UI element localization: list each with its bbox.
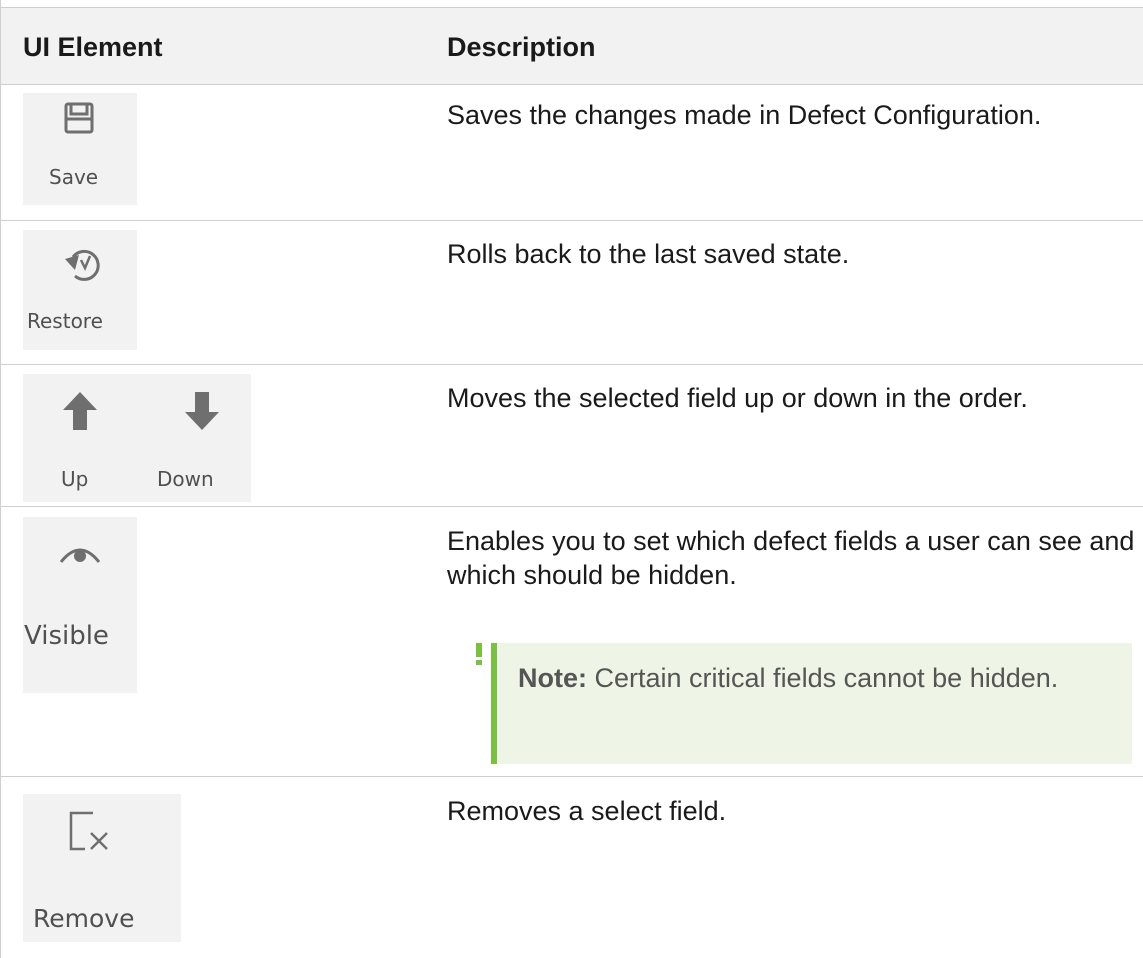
note-exclamation-icon: [476, 643, 482, 665]
row-description: Enables you to set which defect fields a…: [447, 526, 1135, 590]
note-label: Note:: [518, 663, 587, 693]
row-description: Saves the changes made in Defect Configu…: [447, 100, 1042, 130]
restore-icon: [65, 249, 100, 281]
save-icon: [64, 102, 94, 134]
down-button[interactable]: Down: [137, 374, 251, 502]
header-ui-element: UI Element: [23, 32, 163, 62]
visible-button-label: Visible: [24, 621, 109, 651]
save-button-label: Save: [49, 165, 99, 189]
arrow-down-icon: [185, 392, 219, 430]
note-accent-bar: [491, 643, 497, 764]
row-description: Removes a select field.: [447, 796, 727, 826]
ui-elements-table: UI Element Description Save Saves the ch…: [0, 0, 1143, 958]
save-button[interactable]: Save: [23, 93, 137, 205]
up-button-label: Up: [61, 467, 89, 491]
restore-button-label: Restore: [27, 309, 103, 333]
up-button[interactable]: Up: [23, 374, 137, 502]
remove-icon: [69, 811, 108, 851]
row-description: Rolls back to the last saved state.: [447, 239, 850, 269]
down-button-label: Down: [157, 467, 214, 491]
table-header: UI Element Description: [1, 7, 1143, 85]
arrow-up-icon: [63, 392, 97, 430]
note-body: Certain critical fields cannot be hidden…: [594, 663, 1059, 693]
header-description: Description: [447, 32, 596, 62]
row-description: Moves the selected field up or down in t…: [447, 383, 1028, 413]
visible-button[interactable]: Visible: [23, 517, 137, 693]
restore-button[interactable]: Restore: [23, 230, 137, 350]
note-text: Note: Certain critical fields cannot be …: [518, 658, 1118, 698]
remove-button[interactable]: Remove: [23, 794, 181, 942]
move-buttons-group: Up Down: [23, 374, 251, 502]
eye-icon: [60, 548, 100, 563]
remove-button-label: Remove: [33, 904, 135, 933]
